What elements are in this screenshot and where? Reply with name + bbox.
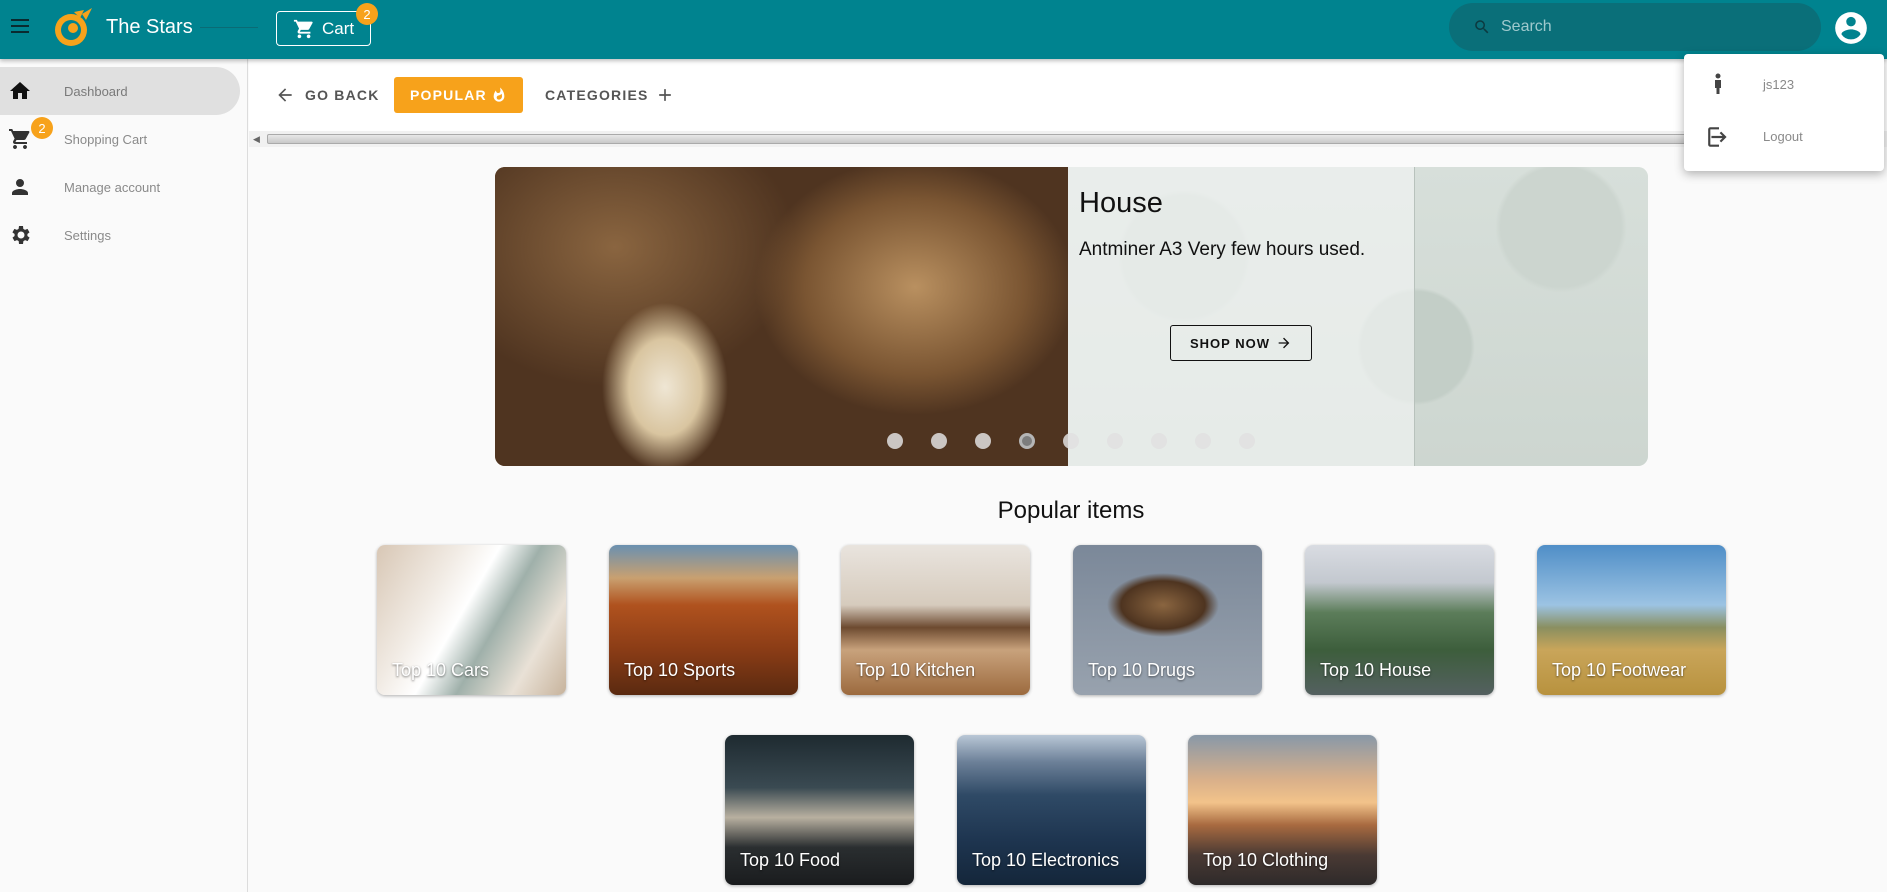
search-icon [1475,20,1489,34]
popular-card-electronics[interactable]: Top 10 Electronics [957,735,1146,885]
fire-icon [493,87,505,102]
popular-card-drugs[interactable]: Top 10 Drugs [1073,545,1262,695]
arrow-left-icon [278,88,292,102]
carousel-dot-active[interactable] [1019,433,1035,449]
carousel-dot[interactable] [1195,433,1211,449]
account-avatar-icon[interactable] [1832,9,1870,47]
card-label: Top 10 Food [740,850,841,870]
person-icon [12,179,28,195]
menu-item-logout[interactable]: Logout [1684,112,1884,160]
sidebar-item-manage-account[interactable]: Manage account [0,163,240,211]
categories-button[interactable]: CATEGORIES [545,77,675,113]
user-dropdown-menu: js123 Logout [1684,54,1884,171]
popular-label: POPULAR [410,87,487,103]
card-label: Top 10 Cars [392,660,490,680]
card-label: Top 10 Electronics [972,850,1120,870]
home-icon [10,82,30,99]
gear-icon [12,226,30,244]
card-label: Top 10 Kitchen [856,660,976,680]
carousel-dot[interactable] [931,433,947,449]
featured-carousel: House Antminer A3 Very few hours used. S… [495,167,1648,466]
cart-count-badge: 2 [31,117,53,139]
carousel-dot[interactable] [887,433,903,449]
carousel-dot[interactable] [1107,433,1123,449]
card-label: Top 10 Clothing [1203,850,1329,870]
card-label: Top 10 Footwear [1552,660,1687,680]
app-bar: The Stars Cart 2 [0,0,1887,59]
slide-image [495,167,1068,466]
carousel-dot[interactable] [1239,433,1255,449]
shop-now-label: SHOP NOW [1190,335,1270,351]
sidebar-item-label: Manage account [64,179,161,195]
app-title: The Stars [106,16,193,38]
carousel-dot[interactable] [1063,433,1079,449]
horizontal-scrollbar[interactable]: ◀ ▶ [249,131,1887,147]
carousel-dot[interactable] [975,433,991,449]
categories-label: CATEGORIES [545,87,649,103]
go-back-button[interactable]: GO BACK [275,77,380,113]
popular-card-sports[interactable]: Top 10 Sports [609,545,798,695]
sidebar-item-dashboard[interactable]: Dashboard [0,67,240,115]
arrow-right-icon [1278,337,1290,349]
cart-icon [293,19,313,38]
search-box [1449,3,1821,51]
person-standing-icon [1715,73,1721,94]
shop-now-button[interactable]: SHOP NOW [1170,325,1312,361]
popular-card-house[interactable]: Top 10 House [1305,545,1494,695]
username-label: js123 [1763,77,1795,92]
category-toolbar: GO BACK POPULAR CATEGORIES [249,59,1887,131]
logout-icon [1708,127,1727,147]
popular-card-food[interactable]: Top 10 Food [725,735,914,885]
menu-icon[interactable] [8,14,32,38]
popular-card-clothing[interactable]: Top 10 Clothing [1188,735,1377,885]
sidebar-item-label: Settings [64,227,111,243]
carousel-dot[interactable] [1151,433,1167,449]
sidebar: Dashboard Shopping Cart 2 Manage account… [0,59,248,892]
go-back-label: GO BACK [305,87,380,103]
scrollbar-thumb[interactable] [267,134,1872,144]
sidebar-item-settings[interactable]: Settings [0,211,240,259]
search-input[interactable] [1501,18,1801,36]
title-divider [200,27,258,28]
slide-description: Antminer A3 Very few hours used. [1079,239,1366,260]
popular-button[interactable]: POPULAR [394,77,523,113]
card-label: Top 10 Sports [624,660,736,680]
cart-label: Cart [322,18,355,38]
logout-label: Logout [1763,129,1803,144]
sidebar-item-label: Shopping Cart [64,131,148,147]
menu-item-username[interactable]: js123 [1684,60,1884,108]
slide-title: House [1079,187,1163,219]
slide-divider [1414,167,1415,466]
card-label: Top 10 House [1320,660,1432,680]
plus-icon [658,89,671,101]
popular-card-cars[interactable]: Top 10 Cars [377,545,566,695]
popular-items-heading: Popular items [997,497,1145,524]
popular-card-kitchen[interactable]: Top 10 Kitchen [841,545,1030,695]
cart-icon [9,129,30,149]
cart-count-badge: 2 [356,3,378,25]
card-label: Top 10 Drugs [1088,660,1196,680]
logo-icon [55,8,92,46]
popular-card-footwear[interactable]: Top 10 Footwear [1537,545,1726,695]
scroll-left-icon[interactable]: ◀ [253,134,260,145]
sidebar-item-label: Dashboard [64,83,128,99]
